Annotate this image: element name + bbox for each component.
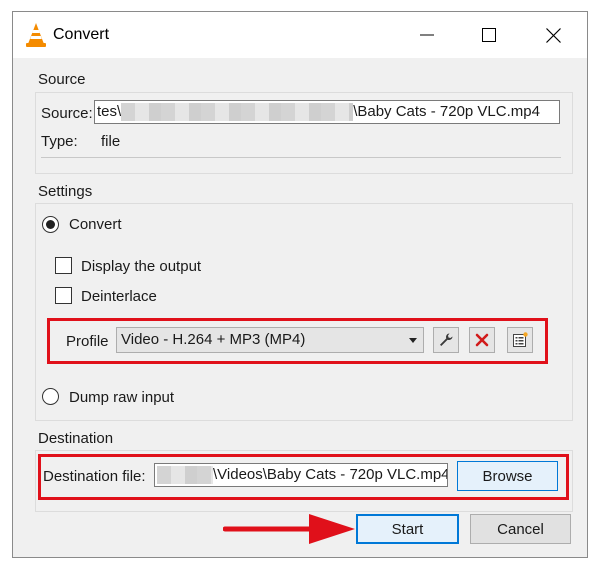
redacted-path	[157, 466, 213, 485]
chevron-down-icon	[409, 338, 417, 343]
wrench-icon	[440, 333, 453, 346]
start-button[interactable]: Start	[356, 514, 459, 544]
minimize-icon	[420, 34, 434, 36]
type-label: Type:	[41, 133, 78, 150]
source-label: Source:	[41, 105, 93, 122]
destination-file-field[interactable]: \Videos\Baby Cats - 720p VLC.mp4	[154, 463, 448, 487]
source-path-prefix: tes\	[97, 103, 122, 120]
source-path-field[interactable]: tes\ \Baby Cats - 720p VLC.mp4	[94, 100, 560, 124]
source-section-title: Source	[38, 71, 86, 88]
minimize-button[interactable]	[397, 12, 457, 58]
window-title: Convert	[53, 26, 110, 43]
close-button[interactable]	[523, 12, 583, 58]
profile-label: Profile	[66, 333, 109, 350]
convert-label: Convert	[69, 216, 122, 233]
deinterlace-checkbox[interactable]	[55, 287, 72, 304]
maximize-button[interactable]	[459, 12, 519, 58]
destination-file-label: Destination file:	[43, 468, 146, 485]
destination-section-title: Destination	[38, 430, 114, 447]
title-bar[interactable]: Convert	[13, 12, 587, 58]
profile-dropdown[interactable]: Video - H.264 + MP3 (MP4)	[116, 327, 424, 353]
display-output-checkbox[interactable]	[55, 257, 72, 274]
delete-x-icon	[475, 333, 489, 347]
cancel-button[interactable]: Cancel	[470, 514, 571, 544]
browse-button[interactable]: Browse	[457, 461, 558, 491]
close-icon	[545, 27, 561, 43]
type-value: file	[101, 133, 121, 150]
settings-section-title: Settings	[38, 183, 93, 200]
deinterlace-label: Deinterlace	[81, 288, 157, 305]
edit-profile-button[interactable]	[433, 327, 459, 353]
destination-file-value: \Videos\Baby Cats - 720p VLC.mp4	[213, 466, 448, 483]
new-profile-button[interactable]	[507, 327, 533, 353]
source-separator	[41, 157, 561, 158]
display-output-label: Display the output	[81, 258, 202, 275]
convert-dialog: Convert Source Source: tes\ \Baby Cats - …	[12, 11, 588, 558]
delete-profile-button[interactable]	[469, 327, 495, 353]
profile-value: Video - H.264 + MP3 (MP4)	[121, 331, 306, 348]
dump-raw-label: Dump raw input	[69, 389, 175, 406]
source-path-suffix: \Baby Cats - 720p VLC.mp4	[353, 103, 540, 120]
maximize-icon	[482, 28, 496, 42]
redacted-path	[121, 103, 354, 122]
new-profile-icon	[513, 332, 528, 347]
dump-raw-radio[interactable]	[42, 388, 59, 405]
convert-radio[interactable]	[42, 216, 59, 233]
red-arrow-annotation	[223, 514, 355, 544]
vlc-cone-icon	[26, 23, 46, 47]
